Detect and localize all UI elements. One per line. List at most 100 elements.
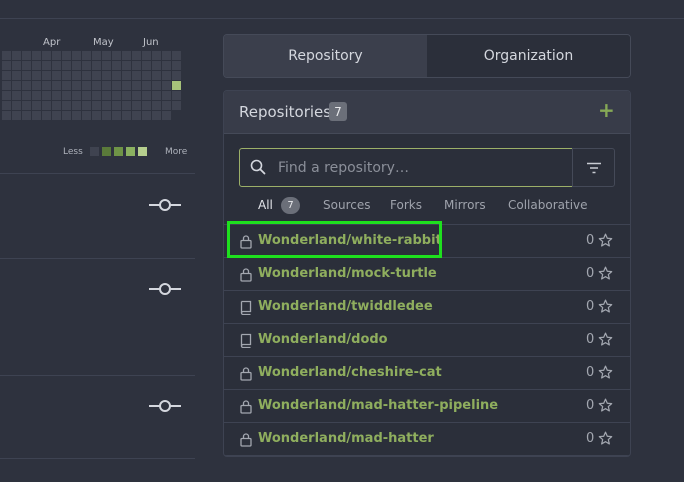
filter-sources[interactable]: Sources	[323, 198, 370, 212]
heatmap-cell	[142, 91, 151, 100]
heatmap-cell	[162, 71, 171, 80]
legend-more-label: More	[165, 147, 188, 157]
star-icon[interactable]	[598, 266, 613, 281]
repo-link[interactable]: Wonderland/mock-turtle	[258, 266, 437, 281]
heatmap-cell	[22, 101, 31, 110]
lock-icon	[239, 399, 253, 414]
lock-icon	[239, 366, 253, 381]
heatmap-cell	[122, 51, 131, 60]
add-repo-icon[interactable]: +	[598, 98, 615, 122]
heatmap-cell	[112, 81, 121, 90]
month-label: Apr	[43, 37, 61, 48]
repo-link[interactable]: Wonderland/twiddledee	[258, 299, 433, 314]
heatmap-cell	[132, 51, 141, 60]
heatmap-cell	[102, 61, 111, 70]
heatmap-cell	[62, 81, 71, 90]
heatmap-cell	[12, 61, 21, 70]
heatmap-cell	[162, 51, 171, 60]
heatmap-cell	[2, 61, 11, 70]
heatmap-cell	[122, 71, 131, 80]
repositories-panel: Repositories 7 + All 7 Sources Forks Mir…	[223, 90, 631, 457]
repo-row: Wonderland/mock-turtle 0	[224, 258, 630, 291]
filter-mirrors[interactable]: Mirrors	[444, 198, 486, 212]
panel-title: Repositories	[239, 103, 332, 121]
star-icon[interactable]	[598, 365, 613, 380]
heatmap-cell	[142, 71, 151, 80]
heatmap-cell	[82, 81, 91, 90]
heatmap-cell	[32, 51, 41, 60]
repo-link[interactable]: Wonderland/dodo	[258, 332, 388, 347]
star-icon[interactable]	[598, 233, 613, 248]
search-input[interactable]	[276, 149, 570, 186]
heatmap-cell	[132, 61, 141, 70]
filter-collaborative[interactable]: Collaborative	[508, 198, 588, 212]
lock-icon	[239, 267, 253, 282]
heatmap-cell	[82, 61, 91, 70]
star-icon[interactable]	[598, 332, 613, 347]
repo-star-count: 0	[586, 299, 595, 314]
heatmap-cell	[32, 61, 41, 70]
tab-repository[interactable]: Repository	[224, 35, 427, 77]
repo-link[interactable]: Wonderland/cheshire-cat	[258, 365, 442, 380]
repo-book-icon	[239, 333, 253, 349]
heatmap-cell	[102, 71, 111, 80]
repo-book-icon	[239, 300, 253, 316]
legend-less-label: Less	[63, 147, 83, 157]
heatmap-cell	[122, 91, 131, 100]
heatmap-cell	[162, 91, 171, 100]
heatmap-cell	[162, 61, 171, 70]
heatmap-cell	[152, 101, 161, 110]
heatmap-cell	[62, 111, 71, 120]
filter-all[interactable]: All	[258, 198, 273, 212]
heatmap-cell	[172, 51, 181, 60]
filter-icon	[586, 162, 601, 173]
legend-swatch	[90, 147, 99, 156]
filter-button[interactable]	[572, 148, 615, 187]
tab-organization[interactable]: Organization	[427, 35, 630, 77]
heatmap-cell	[22, 61, 31, 70]
star-icon[interactable]	[598, 431, 613, 446]
heatmap-cell	[72, 91, 81, 100]
heatmap-cell	[72, 81, 81, 90]
heatmap-cell	[82, 101, 91, 110]
heatmap-cell	[12, 111, 21, 120]
heatmap-cell	[172, 91, 181, 100]
heatmap-cell	[2, 101, 11, 110]
star-icon[interactable]	[598, 398, 613, 413]
filter-all-count: 7	[281, 197, 300, 214]
lock-icon	[239, 432, 253, 447]
heatmap-cell	[142, 111, 151, 120]
heatmap-cell	[102, 91, 111, 100]
month-label: May	[93, 37, 114, 48]
heatmap-cell	[92, 61, 101, 70]
heatmap-cell	[62, 91, 71, 100]
commit-icon	[149, 400, 181, 412]
filter-forks[interactable]: Forks	[390, 198, 422, 212]
repo-link[interactable]: Wonderland/white-rabbit	[258, 233, 442, 248]
heatmap-cell	[22, 51, 31, 60]
heatmap-cell	[142, 81, 151, 90]
repo-row: Wonderland/twiddledee 0	[224, 291, 630, 324]
heatmap-cell	[132, 101, 141, 110]
heatmap-cell	[162, 81, 171, 90]
dashboard-tabs: Repository Organization	[223, 34, 631, 78]
repo-row: Wonderland/dodo 0	[224, 324, 630, 357]
panel-header: Repositories 7 +	[224, 91, 630, 134]
heatmap-cell	[62, 71, 71, 80]
heatmap-cell	[72, 101, 81, 110]
repo-star-count: 0	[586, 431, 595, 446]
heatmap-cell	[32, 101, 41, 110]
repo-link[interactable]: Wonderland/mad-hatter-pipeline	[258, 398, 498, 413]
repo-link[interactable]: Wonderland/mad-hatter	[258, 431, 434, 446]
heatmap-cell	[162, 111, 171, 120]
star-icon[interactable]	[598, 299, 613, 314]
heatmap-cell	[172, 61, 181, 70]
heatmap-cell	[42, 51, 51, 60]
heatmap-cell	[132, 71, 141, 80]
feed-divider	[0, 458, 195, 459]
heatmap-cell	[42, 81, 51, 90]
heatmap-cell	[152, 81, 161, 90]
search-icon	[250, 159, 266, 175]
heatmap-cell	[2, 51, 11, 60]
heatmap-cell	[102, 111, 111, 120]
